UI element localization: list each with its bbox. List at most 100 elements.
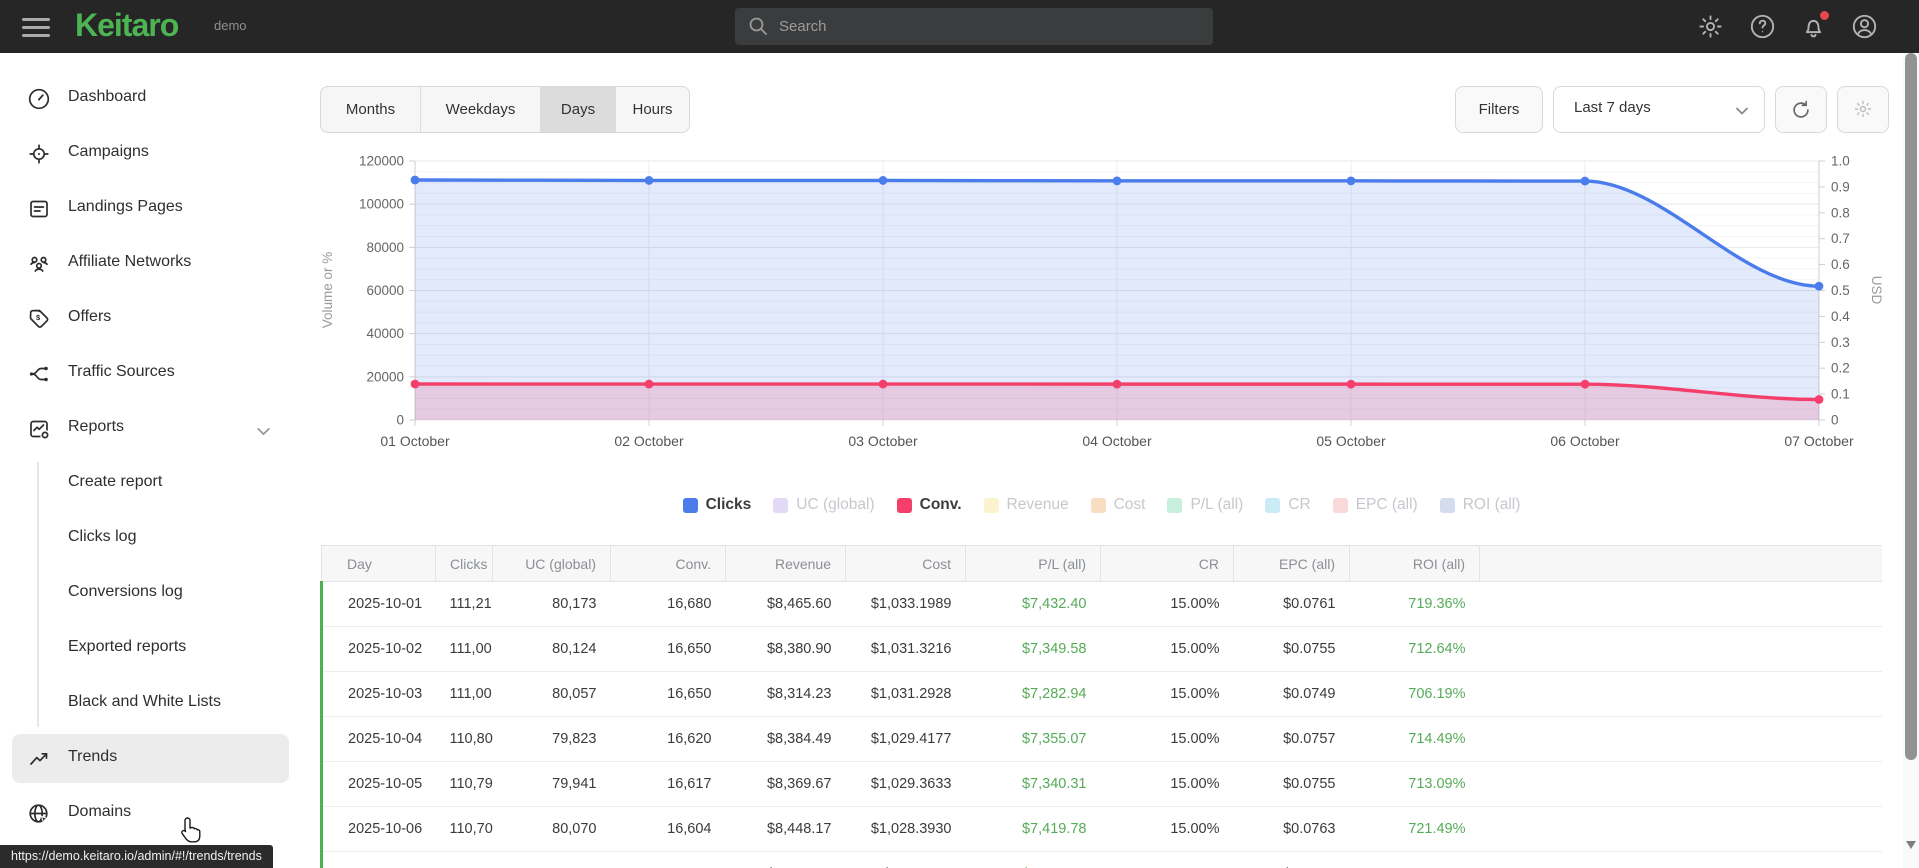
scrollbar-thumb[interactable] — [1905, 53, 1917, 760]
table-cell: 9,443 — [610, 851, 726, 868]
table-row[interactable]: 2025-10-04 110,80 79,823 16,620 $8,384.49 $1,… — [320, 716, 1882, 762]
landings-icon — [30, 200, 48, 218]
legend-label: UC (global) — [796, 496, 875, 513]
legend-item-revenue[interactable]: Revenue — [983, 496, 1069, 514]
table-cell: 15.00% — [1100, 851, 1234, 868]
column-header[interactable]: Conv. — [610, 545, 726, 582]
table-cell: $1,029.3633 — [845, 761, 966, 807]
app-logo: Keitaro — [75, 7, 179, 43]
table-cell: $0.0755 — [1233, 626, 1350, 672]
table-cell: $8,465.60 — [725, 581, 846, 627]
column-header[interactable]: CR — [1100, 545, 1234, 582]
sidebar-item-create-report[interactable]: Create report — [0, 461, 300, 507]
legend-label: Clicks — [705, 496, 752, 513]
sidebar-item-label: Landings Pages — [68, 198, 183, 215]
column-header[interactable]: Clicks — [435, 545, 493, 582]
chevron-down-icon — [1736, 107, 1748, 115]
table-cell: 111,00 — [435, 626, 493, 672]
sidebar-subitem-label: Exported reports — [68, 638, 187, 655]
svg-text:40000: 40000 — [366, 326, 404, 341]
table-cell: $1,029.4177 — [845, 716, 966, 762]
sidebar: Dashboard Campaigns Landings Pages Affil… — [0, 53, 300, 868]
column-header[interactable]: EPC (all) — [1233, 545, 1350, 582]
affiliate-icon — [30, 256, 48, 272]
sidebar-item-dashboard[interactable]: Dashboard — [0, 76, 300, 122]
legend-item-cost[interactable]: Cost — [1090, 496, 1145, 514]
svg-text:0: 0 — [396, 413, 404, 428]
legend-item-p-l-all-[interactable]: P/L (all) — [1167, 496, 1243, 514]
sidebar-item-campaigns[interactable]: Campaigns — [0, 131, 300, 177]
filters-button[interactable]: Filters — [1455, 86, 1543, 133]
tab-weekdays[interactable]: Weekdays — [421, 87, 541, 132]
refresh-button[interactable] — [1775, 86, 1827, 133]
table-cell: 16,650 — [610, 626, 726, 672]
sidebar-item-black-and-white-lists[interactable]: Black and White Lists — [0, 681, 300, 727]
table-cell: $0.0746 — [1233, 851, 1350, 868]
legend-item-epc-all-[interactable]: EPC (all) — [1332, 496, 1418, 514]
svg-text:80000: 80000 — [366, 240, 404, 255]
table-cell: 15.00% — [1100, 761, 1234, 807]
date-range-select[interactable]: Last 7 days — [1553, 86, 1765, 133]
table-cell: 712.64% — [1349, 626, 1480, 672]
chart-legend: Clicks UC (global) Conv. Revenue Cost P/… — [300, 490, 1903, 520]
sidebar-item-traffic-sources[interactable]: Traffic Sources — [0, 351, 300, 397]
svg-text:120000: 120000 — [359, 154, 404, 169]
tab-months[interactable]: Months — [321, 87, 421, 132]
tab-days[interactable]: Days — [541, 87, 616, 132]
column-header[interactable]: ROI (all) — [1349, 545, 1480, 582]
sidebar-item-reports[interactable]: Reports — [0, 406, 300, 452]
period-tabs: Months Weekdays Days Hours — [320, 86, 690, 133]
column-header[interactable]: P/L (all) — [965, 545, 1101, 582]
sidebar-item-landings-pages[interactable]: Landings Pages — [0, 186, 300, 232]
legend-swatch — [1090, 497, 1106, 513]
sidebar-item-trends[interactable]: Trends — [0, 736, 300, 782]
legend-item-clicks[interactable]: Clicks — [682, 496, 752, 514]
svg-text:0: 0 — [1831, 413, 1839, 428]
table-cell: 2025-10-01 — [320, 581, 436, 627]
scroll-down-arrow[interactable] — [1906, 841, 1916, 849]
legend-item-conv-[interactable]: Conv. — [896, 496, 962, 514]
table-row[interactable]: 2025-10-05 110,79 79,941 16,617 $8,369.67 $1,… — [320, 761, 1882, 807]
help-icon[interactable] — [1749, 13, 1777, 41]
mouse-cursor — [181, 817, 201, 843]
table-row[interactable]: 2025-10-06 110,70 80,070 16,604 $8,448.17 $1,… — [320, 806, 1882, 852]
sidebar-item-domains[interactable]: Domains — [0, 791, 300, 837]
table-row[interactable]: 2025-10-02 111,00 80,124 16,650 $8,380.90 $1,… — [320, 626, 1882, 672]
trends-chart[interactable]: 0 20000 40000 60000 80000 100000 120000 0 0.1 0.2… — [300, 148, 1903, 488]
column-header[interactable]: Revenue — [725, 545, 846, 582]
sidebar-item-label: Dashboard — [68, 88, 147, 105]
menu-icon[interactable] — [22, 13, 50, 39]
column-header[interactable]: UC (global) — [492, 545, 611, 582]
legend-item-uc-global-[interactable]: UC (global) — [773, 496, 875, 514]
table-cell: 719.36% — [1349, 581, 1480, 627]
search-input[interactable] — [779, 8, 1199, 45]
notifications-bell-icon[interactable] — [1800, 11, 1829, 41]
chart-settings-button[interactable] — [1837, 86, 1889, 133]
search-icon — [749, 17, 767, 35]
svg-text:$: $ — [36, 313, 41, 322]
legend-item-roi-all-[interactable]: ROI (all) — [1439, 496, 1520, 514]
sidebar-item-offers[interactable]: $ Offers — [0, 296, 300, 342]
trends-icon — [30, 752, 48, 765]
table-row[interactable]: 2025-10-0744,4044,4579,443$4,693.34$527.… — [320, 851, 1882, 868]
table-cell: $7,355.07 — [965, 716, 1101, 762]
table-cell: $8,314.23 — [725, 671, 846, 717]
table-row[interactable]: 2025-10-01 111,21 80,173 16,680 $8,465.60 $1,… — [320, 581, 1882, 627]
sidebar-item-exported-reports[interactable]: Exported reports — [0, 626, 300, 672]
legend-item-cr[interactable]: CR — [1265, 496, 1311, 514]
tab-hours[interactable]: Hours — [616, 87, 689, 132]
account-icon[interactable] — [1851, 13, 1879, 41]
table-cell: 15.00% — [1100, 626, 1234, 672]
offers-icon: $ — [29, 309, 49, 328]
table-row[interactable]: 2025-10-03 111,00 80,057 16,650 $8,314.23 $1,… — [320, 671, 1882, 717]
scrollbar[interactable] — [1903, 53, 1919, 868]
sidebar-item-clicks-log[interactable]: Clicks log — [0, 516, 300, 562]
table-cell: $4,043.48 — [965, 851, 1101, 868]
column-header[interactable]: Cost — [845, 545, 966, 582]
svg-text:0.7: 0.7 — [1831, 231, 1850, 246]
settings-gear-icon[interactable] — [1697, 13, 1725, 41]
sidebar-item-conversions-log[interactable]: Conversions log — [0, 571, 300, 617]
sidebar-item-affiliate-networks[interactable]: Affiliate Networks — [0, 241, 300, 287]
column-header[interactable]: Day — [321, 545, 436, 582]
table-cell: 44,40 — [435, 851, 493, 868]
